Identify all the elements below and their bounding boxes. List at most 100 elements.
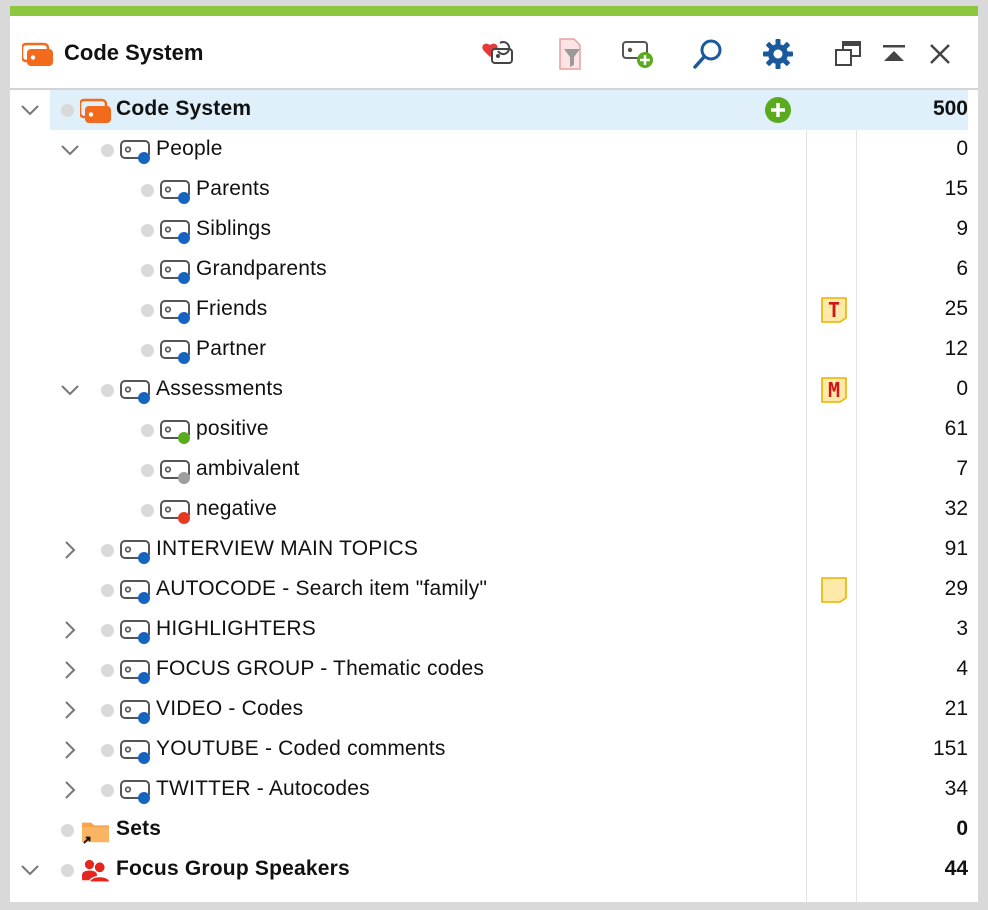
- memo-icon[interactable]: [820, 576, 848, 604]
- activation-dot[interactable]: [101, 664, 114, 677]
- tree-item-label: VIDEO - Codes: [156, 697, 304, 720]
- code-icon: [160, 460, 190, 484]
- tree-item-label: Assessments: [156, 377, 284, 400]
- code-icon: [160, 340, 190, 364]
- activation-dot[interactable]: [61, 104, 74, 117]
- folder-shortcut-icon: [82, 822, 109, 844]
- search-button[interactable]: [688, 34, 728, 74]
- activation-dot[interactable]: [61, 824, 74, 837]
- tree-item-count: 61: [944, 417, 968, 440]
- tree-item-label: HIGHLIGHTERS: [156, 617, 316, 640]
- code-icon: [160, 300, 190, 324]
- tree-item-count: 9: [956, 217, 968, 240]
- tree-item-row[interactable]: People 0: [10, 130, 978, 170]
- tree-item-row[interactable]: Partner 12: [10, 330, 978, 370]
- chevron-right-icon[interactable]: [58, 698, 82, 722]
- undock-button[interactable]: [828, 34, 868, 74]
- tree-item-count: 25: [944, 297, 968, 320]
- activation-dot[interactable]: [101, 384, 114, 397]
- code-system-icon: [80, 98, 111, 123]
- code-icon: [120, 740, 150, 764]
- tree-item-label: Siblings: [196, 217, 272, 240]
- activation-dot[interactable]: [141, 264, 154, 277]
- tree-item-row[interactable]: TWITTER - Autocodes 34: [10, 770, 978, 810]
- sets-count: 0: [956, 817, 968, 840]
- code-icon: [120, 380, 150, 404]
- memo-letter: T: [827, 298, 841, 322]
- code-icon: [120, 620, 150, 644]
- search-icon: [693, 39, 722, 69]
- new-code-button[interactable]: [618, 34, 658, 74]
- tree-item-count: 34: [944, 777, 968, 800]
- chevron-down-icon[interactable]: [58, 378, 82, 402]
- tree-item-row[interactable]: FOCUS GROUP - Thematic codes 4: [10, 650, 978, 690]
- chevron-down-icon[interactable]: [58, 138, 82, 162]
- tree-item-label: People: [156, 137, 223, 160]
- tree-item-count: 21: [944, 697, 968, 720]
- chevron-down-icon[interactable]: [18, 858, 42, 882]
- activation-dot[interactable]: [101, 544, 114, 557]
- tree-item-row[interactable]: YOUTUBE - Coded comments 151: [10, 730, 978, 770]
- sets-row[interactable]: Sets 0: [10, 810, 978, 850]
- tree-item-count: 12: [944, 337, 968, 360]
- tree-item-row[interactable]: INTERVIEW MAIN TOPICS 91: [10, 530, 978, 570]
- collapse-up-icon: [883, 45, 905, 61]
- tree-item-label: AUTOCODE - Search item "family": [156, 577, 488, 600]
- activation-dot[interactable]: [101, 144, 114, 157]
- activation-dot[interactable]: [61, 864, 74, 877]
- chevron-right-icon[interactable]: [58, 738, 82, 762]
- activation-dot[interactable]: [141, 464, 154, 477]
- activation-dot[interactable]: [141, 224, 154, 237]
- collapse-up-button[interactable]: [874, 34, 914, 74]
- tree-item-row[interactable]: ambivalent 7: [10, 450, 978, 490]
- tree-item-row[interactable]: Siblings 9: [10, 210, 978, 250]
- code-icon: [120, 780, 150, 804]
- tree-item-row[interactable]: negative 32: [10, 490, 978, 530]
- reset-activation-button[interactable]: [478, 34, 518, 74]
- tree-item-row[interactable]: positive 61: [10, 410, 978, 450]
- tree-item-row[interactable]: AUTOCODE - Search item "family" 29: [10, 570, 978, 610]
- code-system-panel: Code System Code System 500 People 0 Par…: [10, 6, 978, 902]
- activation-dot[interactable]: [141, 504, 154, 517]
- chevron-down-icon[interactable]: [18, 98, 42, 122]
- close-button[interactable]: [920, 34, 960, 74]
- tree-item-row[interactable]: HIGHLIGHTERS 3: [10, 610, 978, 650]
- tree-item-label: positive: [196, 417, 269, 440]
- activation-dot[interactable]: [141, 304, 154, 317]
- activation-dot[interactable]: [141, 424, 154, 437]
- chevron-right-icon[interactable]: [58, 618, 82, 642]
- activation-dot[interactable]: [141, 184, 154, 197]
- tree-item-row[interactable]: Friends T 25: [10, 290, 978, 330]
- tree-item-row[interactable]: Parents 15: [10, 170, 978, 210]
- tree-item-label: Parents: [196, 177, 270, 200]
- tree-item-label: negative: [196, 497, 277, 520]
- speakers-icon: [82, 859, 111, 883]
- close-icon: [930, 44, 950, 64]
- activation-dot[interactable]: [101, 744, 114, 757]
- activation-dot[interactable]: [101, 624, 114, 637]
- tree-item-row[interactable]: VIDEO - Codes 21: [10, 690, 978, 730]
- tree-item-count: 3: [956, 617, 968, 640]
- activation-dot[interactable]: [101, 704, 114, 717]
- tree-item-count: 4: [956, 657, 968, 680]
- chevron-right-icon[interactable]: [58, 778, 82, 802]
- tree-item-label: INTERVIEW MAIN TOPICS: [156, 537, 419, 560]
- settings-button[interactable]: [758, 34, 798, 74]
- tree-item-row[interactable]: Grandparents 6: [10, 250, 978, 290]
- tree-item-count: 32: [944, 497, 968, 520]
- activation-dot[interactable]: [101, 784, 114, 797]
- filter-button[interactable]: [548, 34, 588, 74]
- chevron-right-icon[interactable]: [58, 538, 82, 562]
- tree-item-count: 6: [956, 257, 968, 280]
- focus-group-speakers-count: 44: [944, 857, 968, 880]
- code-icon: [120, 540, 150, 564]
- chevron-right-icon[interactable]: [58, 658, 82, 682]
- tree-root-row[interactable]: Code System 500: [10, 90, 978, 130]
- add-code-icon[interactable]: [764, 96, 792, 124]
- activation-dot[interactable]: [141, 344, 154, 357]
- activation-dot[interactable]: [101, 584, 114, 597]
- tree-item-row[interactable]: Assessments M 0: [10, 370, 978, 410]
- tree-item-label: TWITTER - Autocodes: [156, 777, 370, 800]
- tree-item-label: Partner: [196, 337, 267, 360]
- focus-group-speakers-row[interactable]: Focus Group Speakers 44: [10, 850, 978, 890]
